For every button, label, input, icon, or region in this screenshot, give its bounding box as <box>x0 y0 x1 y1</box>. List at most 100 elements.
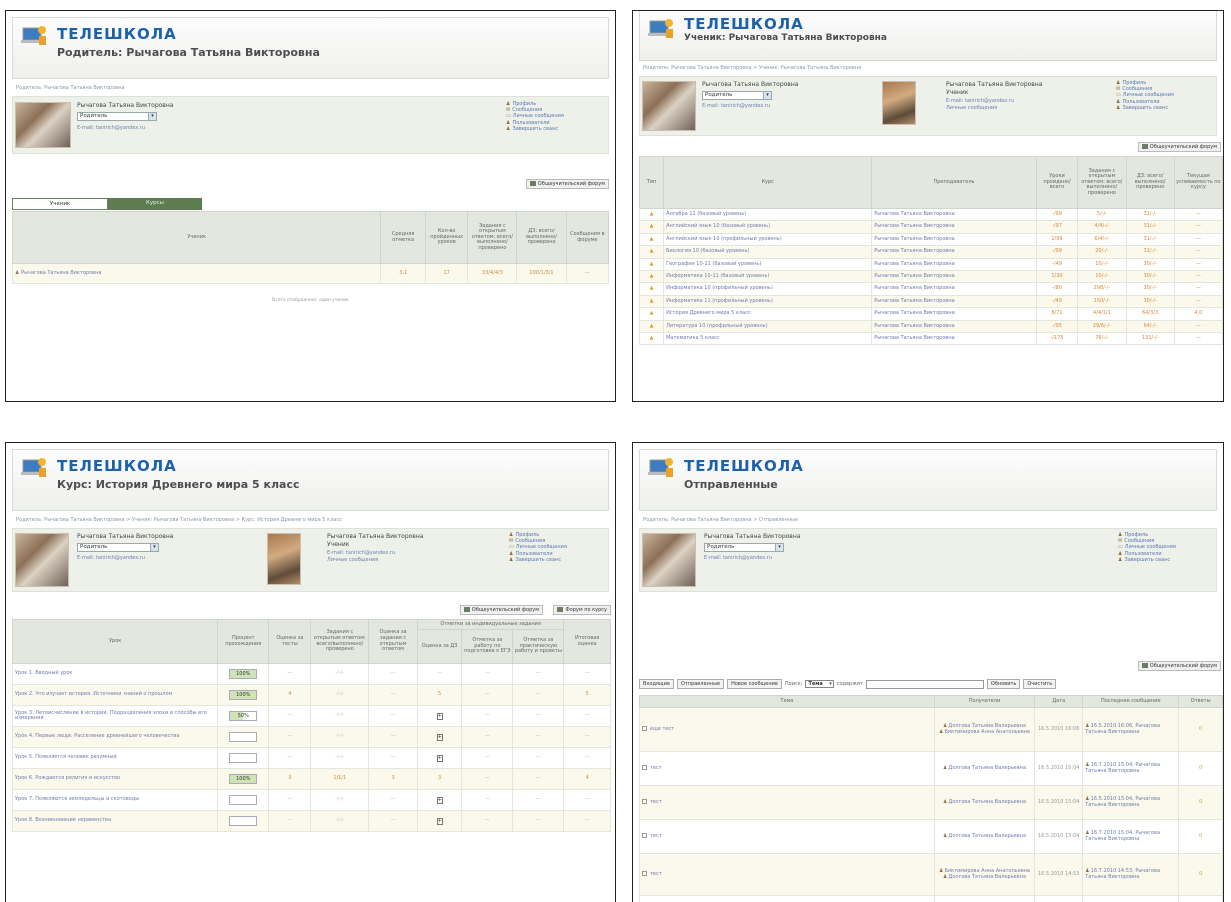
teacher-cell[interactable]: Рычагова Татьяна Викторовна <box>871 282 1037 296</box>
table-row[interactable]: Урок 8. Возникновение неравенства — -/-/- —… <box>11 810 611 832</box>
course-name-cell[interactable]: Литература 10 (профильный уровень) <box>663 319 873 333</box>
logout-link[interactable]: ♟ Завершить сеанс <box>506 126 564 132</box>
recipient[interactable]: ♟Биктимирова Анна Анатольевна <box>937 729 1032 735</box>
lesson-name-cell[interactable]: Урок 4. Первые люди. Расселение древнейш… <box>11 726 219 748</box>
table-row[interactable]: тест♟Бойдаков Денис6.12.2009♟6.12.2009 1… <box>639 895 1223 902</box>
subject-cell[interactable]: тест <box>639 853 935 896</box>
expand-icon[interactable]: + <box>436 754 443 762</box>
student-name-cell[interactable]: ♟ Рычагова Татьяна Викторовна <box>11 263 382 284</box>
student-email[interactable]: E-mail: tanirich@yandex.ru <box>946 98 1014 104</box>
table-row[interactable]: ▲ Английский язык 10 (базовый уровень) Рыч… <box>638 220 1223 234</box>
tab-inbox[interactable]: Входящие <box>639 679 674 689</box>
last-message-cell[interactable]: ♟16.5.2010 16:06, Рычагова Татьяна Викто… <box>1082 707 1180 752</box>
table-row[interactable]: тест ♟Долгова Татьяна Валерьевна 16.5.2010… <box>639 819 1223 854</box>
table-row[interactable]: ▲ Информатика 10 (профильный уровень) Рыча… <box>638 282 1223 296</box>
breadcrumb[interactable]: Родитель: Рычагова Татьяна Викторовна <box>16 85 609 91</box>
recipient[interactable]: ♟Долгова Татьяна Валерьевна <box>937 765 1032 771</box>
column-header[interactable]: Последнее сообщение <box>1082 695 1180 708</box>
expand-icon[interactable]: + <box>436 712 443 720</box>
student-email[interactable]: E-mail: tanirich@yandex.ru <box>327 550 395 556</box>
table-row[interactable]: ▲ Литература 10 (профильный уровень) Рычаг… <box>638 319 1223 333</box>
teacher-cell[interactable]: Рычагова Татьяна Викторовна <box>871 245 1037 259</box>
subject-cell[interactable]: тест <box>639 751 935 786</box>
recipient[interactable]: ♟Долгова Татьяна Валерьевна <box>937 833 1032 839</box>
table-row[interactable]: ▲ Информатика 11 (профильный уровень) Рыча… <box>638 294 1223 309</box>
column-header[interactable]: Оценка за задания с открытым ответом <box>368 619 418 664</box>
user-email[interactable]: E-mail: tanirich@yandex.ru <box>77 555 145 561</box>
student-messages-link[interactable]: Личные сообщения <box>946 105 997 111</box>
subject-cell[interactable]: тест <box>639 819 935 854</box>
table-row[interactable]: ▲ География 10-11 (базовый уровень) Рычаго… <box>638 257 1223 271</box>
last-message-cell[interactable]: ♟16.5.2010 15:04, Рычагова Татьяна Викто… <box>1082 785 1180 820</box>
column-header[interactable]: Задания с открытым ответом: всего/выполн… <box>310 619 370 664</box>
column-header[interactable]: Уроки пройдено/всего <box>1035 156 1079 209</box>
lesson-name-cell[interactable]: Урок 1. Вводный урок <box>11 663 219 685</box>
table-row[interactable]: ▲ История Древнего мира 5 класс Рычагова Т… <box>638 307 1223 321</box>
last-message-cell[interactable]: ♟16.7.2010 14:53, Рычагова Татьяна Викто… <box>1082 853 1180 896</box>
logout-link[interactable]: ♟ Завершить сеанс <box>509 557 567 563</box>
laptop-logo-icon[interactable] <box>19 456 49 482</box>
table-row[interactable]: тест ♟Долгова Татьяна Валерьевна 16.5.2010… <box>639 785 1223 820</box>
column-header[interactable]: Ответы <box>1178 695 1223 708</box>
teacher-cell[interactable]: Рычагова Татьяна Викторовна <box>871 207 1037 222</box>
table-row[interactable]: ♟ Рычагова Татьяна Викторовна 3,1 17 33/… <box>11 263 610 284</box>
column-header[interactable]: Итоговая оценка <box>563 619 611 664</box>
user-email[interactable]: E-mail: tanirich@yandex.ru <box>77 125 145 131</box>
breadcrumb[interactable]: Родитель: Рычагова Татьяна Викторовна > … <box>16 517 609 523</box>
table-row[interactable]: тест ♟Биктимирова Анна Анатольевна ♟Долгов… <box>639 853 1223 896</box>
table-row[interactable]: Урок 5. Появляется человек разумный — -/-/… <box>11 747 611 769</box>
column-header[interactable]: Кол-во пройденных уроков <box>424 211 469 264</box>
table-row[interactable]: ▲ Алгебра 11 (базовый уровень) Рычагова Та… <box>638 207 1223 222</box>
subject-cell[interactable]: тест <box>639 785 935 820</box>
column-header[interactable]: Средняя отметка <box>380 211 426 264</box>
table-row[interactable]: Урок 7. Появляются земледельцы и скотово… <box>11 789 611 811</box>
search-field-select[interactable]: Тема ▾ <box>805 680 834 688</box>
recipient[interactable]: ♟Долгова Татьяна Валерьевна <box>937 874 1032 880</box>
column-header[interactable]: Оценка за тесты <box>268 619 312 664</box>
column-header[interactable]: Тип <box>638 156 665 209</box>
table-row[interactable]: Урок 3. Летоисчисление в истории. Подраз… <box>11 705 611 727</box>
table-row[interactable]: Урок 6. Рождается религия и искусство 100… <box>11 768 611 790</box>
brand-logo-text[interactable]: ТЕЛЕШКОЛА <box>684 457 804 475</box>
column-header[interactable]: Сообщения в форуме <box>565 211 610 264</box>
course-name-cell[interactable]: Биология 10 (базовый уровень) <box>663 245 873 259</box>
column-header[interactable]: Преподаватель <box>871 156 1037 209</box>
tab-new-message[interactable]: Новое сообщение <box>727 679 782 689</box>
row-checkbox[interactable] <box>642 799 647 805</box>
column-header[interactable]: Процент прохождения <box>217 619 270 664</box>
table-row[interactable]: Урок 4. Первые люди. Расселение древнейш… <box>11 726 611 748</box>
course-name-cell[interactable]: География 10-11 (базовый уровень) <box>663 257 873 271</box>
logout-link[interactable]: ♟ Завершить сеанс <box>1116 105 1174 111</box>
breadcrumb[interactable]: Родитель: Рычагова Татьяна Викторовна > … <box>643 65 1217 71</box>
forum-button[interactable]: Общеучительский форум <box>1137 142 1221 152</box>
role-select[interactable]: Родитель ▾ <box>77 543 159 552</box>
course-name-cell[interactable]: Алгебра 11 (базовый уровень) <box>663 207 873 222</box>
role-select[interactable]: Родитель ▾ <box>77 112 157 121</box>
user-email[interactable]: E-mail: tanirich@yandex.ru <box>704 555 772 561</box>
teacher-cell[interactable]: Рычагова Татьяна Викторовна <box>871 294 1037 309</box>
last-message-cell[interactable]: ♟16.7.2010 15:04, Рычагова Татьяна Викто… <box>1082 751 1180 786</box>
table-row[interactable]: тест ♟Долгова Татьяна Валерьевна 16.5.2010… <box>639 751 1223 786</box>
forum-button[interactable]: Общеучительский форум <box>525 179 609 189</box>
table-row[interactable]: ▲ Английский язык 10 (профильный уровень)… <box>638 232 1223 247</box>
course-name-cell[interactable]: Информатика 10-11 (базовый уровень) <box>663 269 873 284</box>
lesson-name-cell[interactable]: Урок 2. Что изучает история. Источники з… <box>11 684 219 706</box>
course-name-cell[interactable]: Английский язык 10 (профильный уровень) <box>663 232 873 247</box>
laptop-logo-icon[interactable] <box>646 456 676 482</box>
teacher-cell[interactable]: Рычагова Татьяна Викторовна <box>871 307 1037 321</box>
expand-icon[interactable]: + <box>436 817 443 825</box>
column-header[interactable]: Отметка за практическую работу и проекты <box>512 629 565 664</box>
row-checkbox[interactable] <box>642 765 647 771</box>
expand-icon[interactable]: + <box>436 796 443 804</box>
table-row[interactable]: Урок 1. Вводный урок 100% — -/-/- — — — — — <box>11 663 611 685</box>
table-row[interactable]: ▲ Биология 10 (базовый уровень) Рычагова Т… <box>638 245 1223 259</box>
lesson-name-cell[interactable]: Урок 6. Рождается религия и искусство <box>11 768 219 790</box>
subject-cell[interactable]: еще тест <box>639 707 935 752</box>
clear-button[interactable]: Очистить <box>1023 679 1057 689</box>
role-select[interactable]: Родитель ▾ <box>704 543 784 552</box>
last-message-cell[interactable]: ♟16.7.2010 15:04, Рычагова Татьяна Викто… <box>1082 819 1180 854</box>
table-row[interactable]: ▲ Математика 5 класс Рычагова Татьяна Викт… <box>638 331 1223 346</box>
teacher-cell[interactable]: Рычагова Татьяна Викторовна <box>871 331 1037 346</box>
search-input[interactable] <box>865 679 984 689</box>
forum-button[interactable]: Общеучительский форум <box>1137 661 1221 671</box>
